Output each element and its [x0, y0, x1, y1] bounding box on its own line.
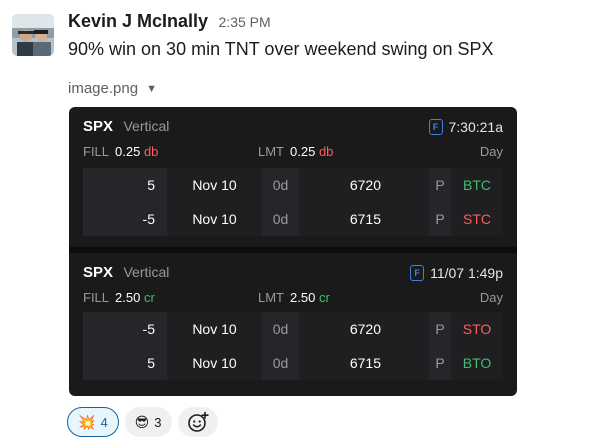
avatar[interactable]: [12, 14, 54, 56]
fill-label: FILL: [83, 144, 110, 159]
trade-price-row: FILL 0.25 db LMT 0.25 db Day: [83, 144, 503, 162]
collision-icon: 💥: [78, 413, 96, 430]
trade-time-block: F 7:30:21a: [428, 119, 504, 135]
trade-card: SPX Vertical F 11/07 1:49p FILL 2.50 cr L…: [69, 253, 517, 396]
limit-kind: cr: [318, 290, 330, 305]
leg-expiry: Nov 10: [167, 202, 262, 236]
message-header: Kevin J McInally 2:35 PM: [68, 11, 271, 32]
trade-card: SPX Vertical F 7:30:21a FILL 0.25 db LMT 0…: [69, 107, 517, 247]
trade-price-row: FILL 2.50 cr LMT 2.50 cr Day: [83, 290, 503, 308]
fill-block: FILL 0.25 db: [83, 144, 158, 159]
limit-label: LMT: [258, 144, 284, 159]
leg-option-type: P: [429, 312, 451, 346]
trade-title-row: SPX Vertical F 11/07 1:49p: [83, 264, 503, 284]
fill-kind: db: [143, 144, 159, 159]
trade-title-row: SPX Vertical F 7:30:21a: [83, 118, 503, 138]
add-reaction-button[interactable]: [177, 407, 218, 437]
reaction-count: 4: [100, 414, 108, 430]
reaction-sunglasses[interactable]: 😎 3: [124, 407, 172, 437]
leg-expiry: Nov 10: [167, 312, 262, 346]
trade-symbol: SPX: [83, 264, 114, 281]
author-name[interactable]: Kevin J McInally: [68, 11, 208, 31]
leg-expiry: Nov 10: [167, 168, 262, 202]
trade-leg-row: 5 Nov 10 0d 6715 P BTO: [83, 346, 503, 380]
trade-leg-row: -5 Nov 10 0d 6715 P STC: [83, 202, 503, 236]
slack-message: Kevin J McInally 2:35 PM 90% win on 30 m…: [0, 0, 595, 446]
avatar-photo: [12, 14, 54, 56]
message-timestamp[interactable]: 2:35 PM: [219, 14, 271, 30]
leg-action: BTO: [451, 346, 503, 380]
leg-option-type: P: [429, 346, 451, 380]
leg-quantity: -5: [83, 312, 167, 346]
leg-dte: 0d: [262, 168, 299, 202]
leg-option-type: P: [429, 202, 451, 236]
leg-dte: 0d: [262, 312, 299, 346]
leg-strike: 6720: [299, 312, 429, 346]
leg-quantity: -5: [83, 202, 167, 236]
trade-time: 11/07 1:49p: [430, 265, 503, 281]
fill-label: FILL: [83, 290, 110, 305]
attachment-header[interactable]: image.png ▼: [68, 80, 157, 97]
limit-value: 0.25: [290, 144, 316, 159]
leg-strike: 6715: [299, 202, 429, 236]
reaction-collision[interactable]: 💥 4: [67, 407, 119, 437]
leg-strike: 6715: [299, 346, 429, 380]
broker-badge-icon: F: [410, 265, 425, 281]
leg-dte: 0d: [262, 202, 299, 236]
trade-time-block: F 11/07 1:49p: [410, 265, 503, 281]
limit-label: LMT: [258, 290, 284, 305]
fill-block: FILL 2.50 cr: [83, 290, 155, 305]
leg-action: BTC: [451, 168, 503, 202]
trade-time: 7:30:21a: [448, 119, 504, 135]
trade-leg-row: 5 Nov 10 0d 6720 P BTC: [83, 168, 503, 202]
trade-legs: 5 Nov 10 0d 6720 P BTC -5 Nov 10 0d 6715…: [83, 168, 503, 236]
leg-action: STO: [451, 312, 503, 346]
trade-symbol: SPX: [83, 118, 114, 135]
leg-dte: 0d: [262, 346, 299, 380]
trade-legs: -5 Nov 10 0d 6720 P STO 5 Nov 10 0d 6715…: [83, 312, 503, 380]
fill-kind: cr: [143, 290, 155, 305]
leg-quantity: 5: [83, 346, 167, 380]
leg-action: STC: [451, 202, 503, 236]
limit-value: 2.50: [290, 290, 316, 305]
add-emoji-icon: [187, 411, 209, 432]
leg-expiry: Nov 10: [167, 346, 262, 380]
sunglasses-face-icon: 😎: [134, 413, 150, 430]
attachment-image[interactable]: SPX Vertical F 7:30:21a FILL 0.25 db LMT 0…: [69, 107, 517, 396]
fill-value: 0.25: [115, 144, 141, 159]
limit-kind: db: [318, 144, 334, 159]
order-duration: Day: [479, 290, 503, 305]
reactions-bar: 💥 4 😎 3: [67, 407, 218, 437]
attachment-name[interactable]: image.png: [68, 80, 138, 97]
message-text: 90% win on 30 min TNT over weekend swing…: [68, 39, 494, 59]
limit-block: LMT 0.25 db: [258, 144, 333, 159]
limit-block: LMT 2.50 cr: [258, 290, 330, 305]
trade-leg-row: -5 Nov 10 0d 6720 P STO: [83, 312, 503, 346]
broker-badge-icon: F: [428, 119, 443, 135]
chevron-down-icon[interactable]: ▼: [146, 83, 157, 95]
order-duration: Day: [479, 144, 503, 159]
fill-value: 2.50: [115, 290, 141, 305]
reaction-count: 3: [154, 414, 162, 430]
trade-strategy: Vertical: [123, 264, 170, 280]
leg-quantity: 5: [83, 168, 167, 202]
leg-option-type: P: [429, 168, 451, 202]
leg-strike: 6720: [299, 168, 429, 202]
trade-strategy: Vertical: [123, 118, 170, 134]
